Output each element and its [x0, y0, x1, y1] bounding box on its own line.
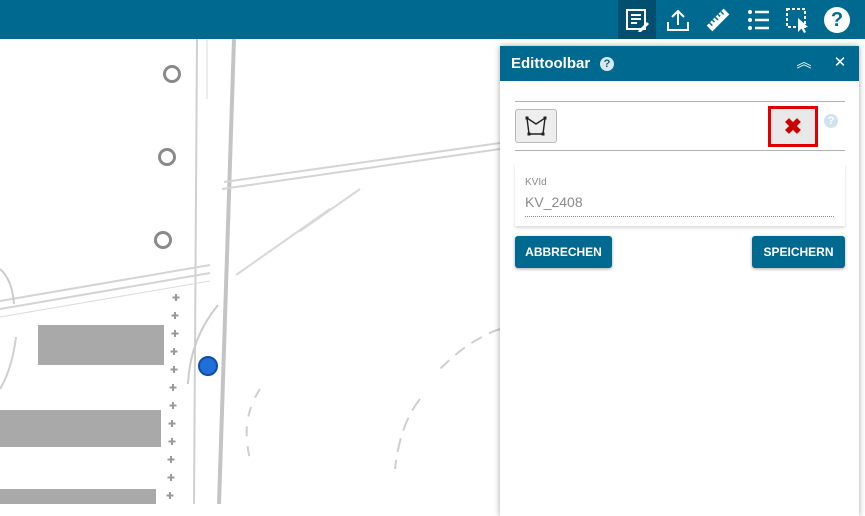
kvid-field[interactable]: KV_2408: [525, 194, 583, 210]
ruler-icon: [706, 8, 730, 31]
collapse-icon[interactable]: ︽: [794, 53, 814, 73]
edit-toolbar-panel: Edittoolbar ? ︽ ✕ ✖ ? KVId KV_2408 ABBRE…: [500, 46, 859, 516]
panel-header: Edittoolbar ? ︽ ✕: [500, 46, 859, 81]
tool-help-icon[interactable]: ?: [824, 114, 838, 128]
kvid-field-underline: [525, 216, 834, 217]
edit-form-button[interactable]: [618, 0, 656, 39]
help-icon: ?: [824, 6, 850, 33]
help-button[interactable]: ?: [818, 0, 856, 39]
save-button[interactable]: SPEICHERN: [752, 236, 845, 268]
top-toolbar: ?: [0, 0, 865, 39]
divider: [515, 101, 845, 102]
kvid-field-label: KVId: [525, 177, 547, 188]
polygon-draw-icon: [525, 116, 547, 136]
select-area-button[interactable]: [779, 0, 817, 39]
panel-title: Edittoolbar: [511, 55, 591, 72]
polygon-draw-button[interactable]: [515, 109, 557, 143]
select-area-icon: [786, 7, 808, 33]
delete-icon: ✖: [783, 113, 803, 139]
panel-help-icon[interactable]: ?: [600, 57, 614, 71]
close-icon[interactable]: ✕: [830, 53, 850, 73]
divider: [515, 150, 845, 151]
edit-form-icon: [626, 8, 649, 32]
cancel-button[interactable]: ABBRECHEN: [515, 236, 612, 268]
delete-feature-button[interactable]: ✖: [768, 106, 818, 147]
upload-icon: [667, 9, 689, 31]
measure-button[interactable]: [699, 0, 737, 39]
location-marker: [198, 356, 218, 376]
layer-list-button[interactable]: [739, 0, 777, 39]
list-icon: [748, 9, 769, 30]
upload-button[interactable]: [659, 0, 697, 39]
